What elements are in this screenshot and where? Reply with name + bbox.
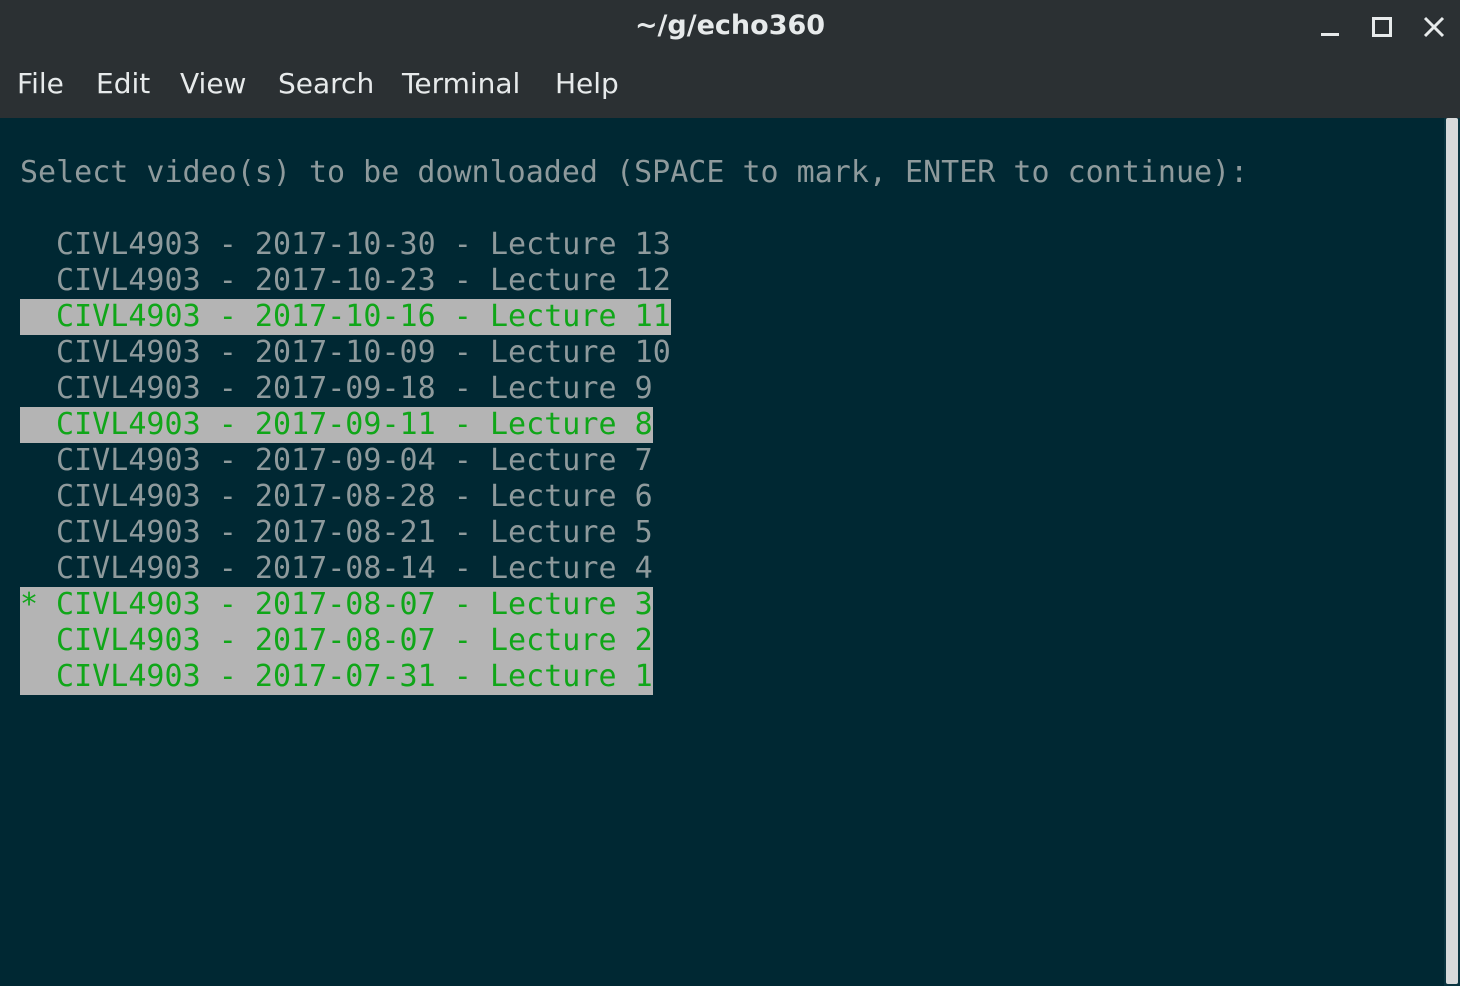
- maximize-icon: [1372, 17, 1392, 37]
- video-list-item[interactable]: * CIVL4903 - 2017-08-07 - Lecture 3: [20, 587, 653, 623]
- menu-file[interactable]: File: [17, 54, 64, 114]
- menu-edit[interactable]: Edit: [96, 54, 150, 114]
- menu-search[interactable]: Search: [278, 54, 374, 114]
- video-list-item[interactable]: CIVL4903 - 2017-09-04 - Lecture 7: [20, 443, 653, 479]
- terminal-prompt: Select video(s) to be downloaded (SPACE …: [20, 155, 1249, 190]
- video-list-item[interactable]: CIVL4903 - 2017-10-30 - Lecture 13: [20, 227, 671, 263]
- video-title: CIVL4903 - 2017-10-30 - Lecture 13: [56, 227, 671, 262]
- video-title: CIVL4903 - 2017-10-23 - Lecture 12: [56, 263, 671, 298]
- video-title: CIVL4903 - 2017-09-18 - Lecture 9: [56, 371, 653, 406]
- terminal-window: ~/g/echo360 File Edit View Search Termin…: [0, 0, 1460, 986]
- video-title: CIVL4903 - 2017-10-09 - Lecture 10: [56, 335, 671, 370]
- video-list-item[interactable]: CIVL4903 - 2017-10-23 - Lecture 12: [20, 263, 671, 299]
- video-list-item[interactable]: CIVL4903 - 2017-09-11 - Lecture 8: [20, 407, 653, 443]
- video-title: CIVL4903 - 2017-08-28 - Lecture 6: [56, 479, 653, 514]
- video-title: CIVL4903 - 2017-09-11 - Lecture 8: [56, 407, 653, 442]
- menu-terminal[interactable]: Terminal: [402, 54, 520, 114]
- menu-bar: File Edit View Search Terminal Help: [0, 54, 1460, 118]
- maximize-button[interactable]: [1365, 10, 1399, 44]
- menu-help[interactable]: Help: [555, 54, 619, 114]
- video-title: CIVL4903 - 2017-08-21 - Lecture 5: [56, 515, 653, 550]
- scrollbar[interactable]: [1444, 118, 1460, 986]
- minimize-button[interactable]: [1313, 10, 1347, 44]
- video-list-item[interactable]: CIVL4903 - 2017-10-09 - Lecture 10: [20, 335, 671, 371]
- video-title: CIVL4903 - 2017-09-04 - Lecture 7: [56, 443, 653, 478]
- menu-view[interactable]: View: [180, 54, 246, 114]
- cursor-marker: *: [20, 587, 39, 622]
- window-title: ~/g/echo360: [634, 10, 826, 41]
- video-list-item[interactable]: CIVL4903 - 2017-08-21 - Lecture 5: [20, 515, 653, 551]
- video-list-item[interactable]: CIVL4903 - 2017-07-31 - Lecture 1: [20, 659, 653, 695]
- video-title: CIVL4903 - 2017-08-14 - Lecture 4: [56, 551, 653, 586]
- video-list-item[interactable]: CIVL4903 - 2017-08-14 - Lecture 4: [20, 551, 653, 587]
- title-bar[interactable]: ~/g/echo360: [0, 0, 1460, 54]
- video-title: CIVL4903 - 2017-07-31 - Lecture 1: [56, 659, 653, 694]
- minimize-icon: [1321, 33, 1339, 36]
- scrollbar-thumb[interactable]: [1446, 118, 1458, 984]
- close-icon: [1423, 16, 1445, 38]
- video-title: CIVL4903 - 2017-08-07 - Lecture 2: [56, 623, 653, 658]
- video-list-item[interactable]: CIVL4903 - 2017-08-07 - Lecture 2: [20, 623, 653, 659]
- video-title: CIVL4903 - 2017-10-16 - Lecture 11: [56, 299, 671, 334]
- video-list-item[interactable]: CIVL4903 - 2017-09-18 - Lecture 9: [20, 371, 653, 407]
- video-list-item[interactable]: CIVL4903 - 2017-08-28 - Lecture 6: [20, 479, 653, 515]
- video-list-item[interactable]: CIVL4903 - 2017-10-16 - Lecture 11: [20, 299, 671, 335]
- close-button[interactable]: [1417, 10, 1451, 44]
- video-title: CIVL4903 - 2017-08-07 - Lecture 3: [56, 587, 653, 622]
